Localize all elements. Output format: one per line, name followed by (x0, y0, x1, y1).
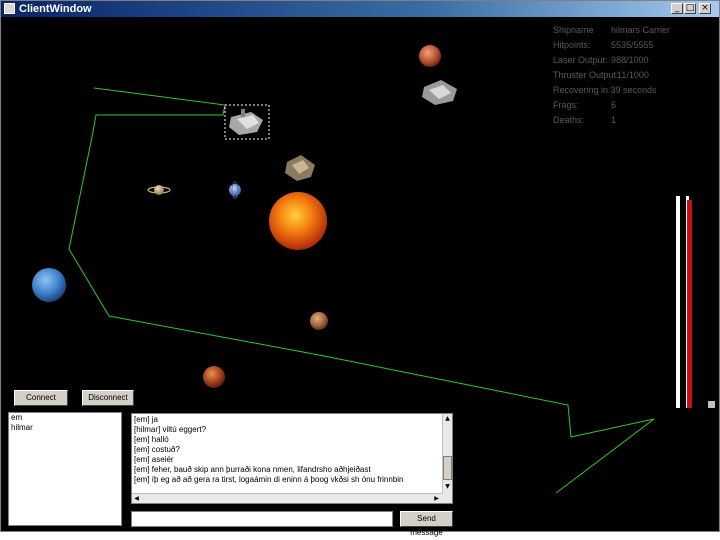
chat-line: [em] íþ eg að að gera ra tirst, logaámin… (134, 475, 404, 484)
enemy-ship-top-right[interactable] (422, 80, 457, 105)
stat-row: Laser Output: 988/1000 (553, 53, 713, 68)
chat-line: [em] aseiér (134, 455, 174, 464)
player-list[interactable]: em hilmar (8, 412, 122, 526)
send-message-button[interactable]: Send message (400, 511, 453, 537)
connect-button[interactable]: Connect (14, 390, 68, 406)
planet-neptune[interactable] (32, 268, 66, 302)
planet-venus[interactable] (203, 366, 225, 388)
stat-row: Frags: 6 (553, 98, 713, 113)
chat-message-input[interactable] (131, 511, 393, 527)
stat-value: hilmars Carrier (611, 25, 671, 35)
stat-value: 1 (611, 115, 617, 125)
stat-label: Frags: (553, 100, 579, 110)
stat-label: Laser Output: (553, 55, 608, 65)
laser-meter (676, 196, 680, 408)
stat-row: Shipname hilmars Carrier (553, 23, 713, 38)
enemy-ship-center[interactable] (285, 155, 315, 181)
scroll-thumb[interactable] (443, 456, 452, 480)
chat-line: [em] costuð? (134, 445, 180, 454)
game-viewport[interactable]: Shipname hilmars Carrier Hitpoints: 5535… (1, 17, 719, 537)
chat-vertical-scrollbar[interactable]: ▲ ▼ (442, 414, 452, 503)
thruster-meter (686, 196, 692, 408)
stat-row: Deaths: 1 (553, 113, 713, 128)
chat-log[interactable]: [em] ja [hilmar] viltú eggert? [em] hall… (131, 413, 453, 504)
list-item[interactable]: hilmar (9, 423, 121, 433)
scroll-up-icon[interactable]: ▲ (443, 414, 452, 423)
stat-value: 5535/5555 (611, 40, 654, 50)
minimize-button[interactable]: _ (671, 3, 683, 14)
list-item[interactable]: em (9, 413, 121, 423)
chat-messages: [em] ja [hilmar] viltú eggert? [em] hall… (132, 415, 442, 493)
client-window: ClientWindow _ □ × Shipname hilmars Carr… (0, 0, 720, 537)
stat-label: Deaths: (553, 115, 585, 125)
scroll-left-icon[interactable]: ◀ (132, 494, 141, 503)
chat-line: [em] ja (134, 415, 159, 424)
stat-row: Thruster Output: 11/1000 (553, 68, 713, 83)
stat-row: Hitpoints: 5535/5555 (553, 38, 713, 53)
chat-line: [em] halló (134, 435, 169, 444)
chat-line: [hilmar] viltú eggert? (134, 425, 207, 434)
chat-horizontal-scrollbar[interactable]: ◀ ▶ (132, 493, 443, 503)
close-button[interactable]: × (699, 3, 711, 14)
maximize-button[interactable]: □ (684, 3, 696, 14)
scroll-down-icon[interactable]: ▼ (443, 482, 452, 491)
planet-mars[interactable] (419, 45, 441, 67)
chat-line: [em] feher, bauð skip ann þurraði kona n… (134, 465, 371, 474)
window-icon (4, 3, 15, 14)
meter-toggle[interactable] (708, 401, 715, 408)
window-title: ClientWindow (19, 3, 92, 15)
stat-label: Thruster Output: (553, 70, 619, 80)
disconnect-button[interactable]: Disconnect (82, 390, 134, 406)
stat-label: Recovering in 39 seconds (553, 85, 657, 95)
planet-brown[interactable] (310, 312, 328, 330)
stat-value: 6 (611, 100, 617, 110)
stat-label: Shipname (553, 25, 594, 35)
planet-small-blue[interactable] (229, 181, 241, 199)
stat-row: Recovering in 39 seconds (553, 83, 713, 98)
scroll-right-icon[interactable]: ▶ (432, 494, 441, 503)
stat-value: 988/1000 (611, 55, 649, 65)
planet-saturn[interactable] (147, 185, 171, 195)
sun[interactable] (269, 192, 327, 250)
title-bar[interactable]: ClientWindow _ □ × (1, 1, 719, 17)
stat-value: 11/1000 (617, 70, 649, 80)
stat-label: Hitpoints: (553, 40, 591, 50)
ship-stats-panel: Shipname hilmars Carrier Hitpoints: 5535… (553, 23, 713, 128)
player-ship-selected[interactable] (224, 104, 270, 140)
